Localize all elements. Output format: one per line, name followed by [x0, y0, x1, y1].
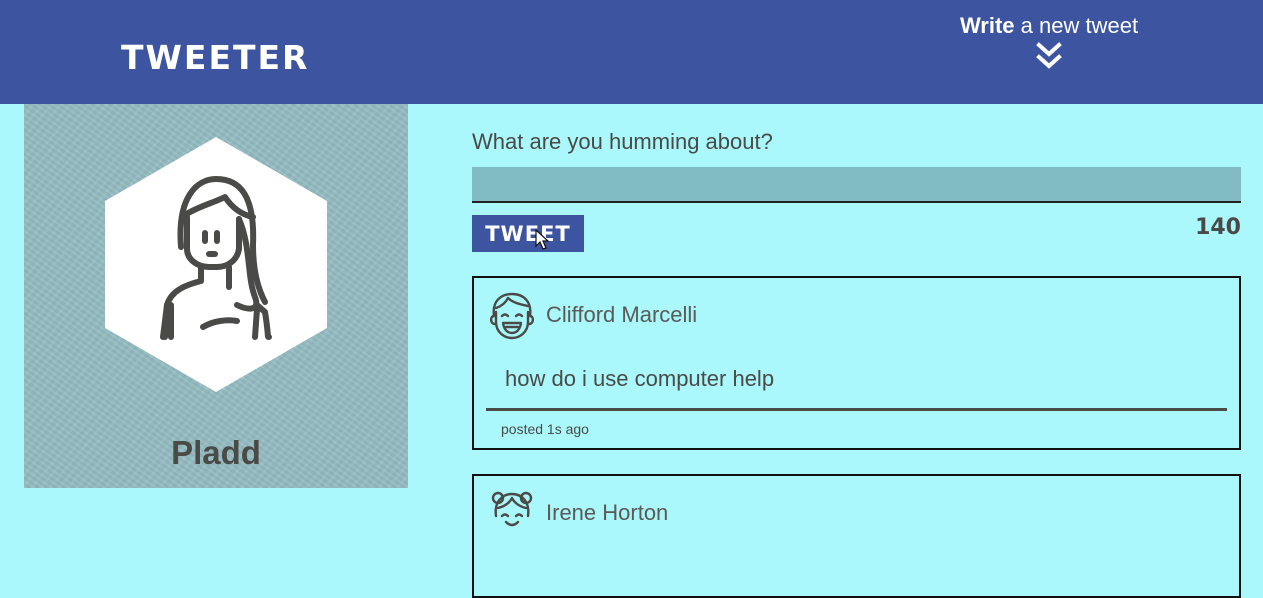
character-counter: 140 [1195, 215, 1241, 240]
write-label-rest: a new tweet [1014, 13, 1139, 38]
composer-prompt: What are you humming about? [472, 129, 773, 154]
user-profile-card: Pladd [24, 104, 408, 488]
profile-username: Pladd [171, 434, 261, 471]
write-label-bold: Write [959, 13, 1015, 38]
tweet-author-name: Irene Horton [546, 500, 669, 525]
tweet-content: how do i use computer help [505, 366, 775, 391]
tweet-submit-button[interactable]: Tweet [472, 215, 584, 252]
tweet-card: Clifford Marcelli how do i use computer … [472, 276, 1241, 450]
write-new-tweet-toggle[interactable]: Write a new tweet [940, 10, 1158, 72]
laughing-boy-avatar-icon [489, 292, 535, 340]
tweet-text-input[interactable] [472, 167, 1241, 203]
profile-avatar-icon [105, 137, 327, 392]
mouse-cursor-icon [535, 229, 549, 250]
tweet-author-name: Clifford Marcelli [546, 302, 698, 327]
girl-avatar-icon [491, 491, 533, 527]
tweet-timestamp: posted 1s ago [501, 421, 589, 437]
tweet-divider [486, 408, 1227, 411]
brand-logo[interactable]: Tweeter [121, 38, 309, 78]
top-nav: Tweeter Write a new tweet [0, 0, 1263, 104]
write-new-tweet-label: Write a new tweet [940, 10, 1158, 42]
double-chevron-down-icon[interactable] [1036, 42, 1062, 72]
tweet-card: Irene Horton [472, 474, 1241, 598]
